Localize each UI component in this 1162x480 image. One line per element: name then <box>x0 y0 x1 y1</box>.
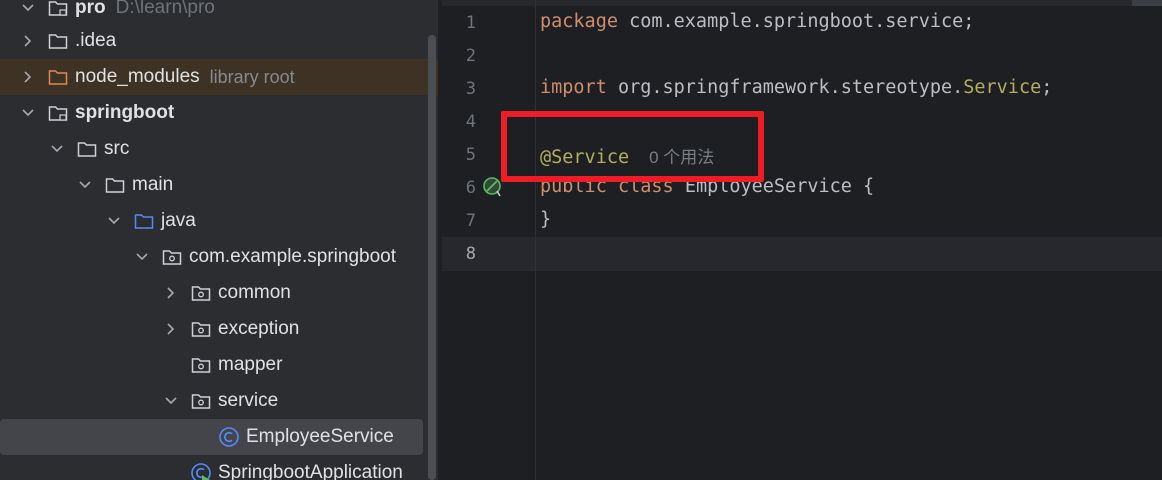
module-folder-icon <box>47 0 69 18</box>
tree-item-idea[interactable]: .idea <box>0 23 438 59</box>
tree-item-common[interactable]: common <box>0 275 438 311</box>
tree-item-label: springboot <box>75 102 175 123</box>
project-tool-window: pro D:\learn\pro .idea node_modules libr… <box>0 0 438 480</box>
code-line-3[interactable]: import org.springframework.stereotype.Se… <box>540 77 1052 98</box>
folder-icon <box>47 31 69 51</box>
chevron-placeholder <box>164 463 178 480</box>
import-path: org.springframework.stereotype. <box>606 77 964 98</box>
package-icon <box>190 355 212 375</box>
code-line-1[interactable]: package com.example.springboot.service; <box>540 11 974 32</box>
chevron-right-icon[interactable] <box>164 319 178 339</box>
tree-item-java[interactable]: java <box>0 203 438 239</box>
line-number: 7 <box>465 211 476 231</box>
tree-item-label: .idea <box>75 30 117 51</box>
keyword-import: import <box>540 77 607 98</box>
source-root-folder-icon <box>133 211 155 231</box>
semicolon: ; <box>1041 77 1053 98</box>
chevron-right-icon[interactable] <box>21 31 35 51</box>
tree-item-mapper[interactable]: mapper <box>0 347 438 383</box>
editor-corner-block <box>1132 0 1162 6</box>
chevron-down-icon[interactable] <box>21 0 35 18</box>
line-number: 2 <box>465 46 476 66</box>
tree-item-exception[interactable]: exception <box>0 311 438 347</box>
tree-item-label: exception <box>218 318 300 339</box>
chevron-down-icon[interactable] <box>21 103 35 123</box>
line-number: 1 <box>465 13 476 33</box>
folder-icon <box>104 175 126 195</box>
class-icon <box>218 427 240 447</box>
tree-item-springboot[interactable]: springboot <box>0 95 438 131</box>
tree-scrollbar[interactable] <box>428 35 436 480</box>
keyword-package: package <box>540 11 618 32</box>
tree-item-src[interactable]: src <box>0 131 438 167</box>
tree-item-label: service <box>218 390 279 411</box>
red-highlight-box <box>501 111 764 182</box>
package-icon <box>190 283 212 303</box>
code-editor[interactable]: 1 2 3 4 5 6 7 8 package com.example.spri… <box>442 0 1162 480</box>
tree-item-employee-service[interactable]: EmployeeService <box>0 419 423 455</box>
tree-item-label: src <box>104 138 130 159</box>
open-brace: { <box>863 176 875 197</box>
tree-item-label: common <box>218 282 291 303</box>
tree-item-label: java <box>161 210 196 231</box>
package-icon <box>190 391 212 411</box>
excluded-folder-icon <box>47 67 69 87</box>
tree-item-main[interactable]: main <box>0 167 438 203</box>
chevron-placeholder <box>192 427 206 447</box>
line-number: 3 <box>465 79 476 99</box>
library-root-hint: library root <box>209 66 295 87</box>
chevron-right-icon[interactable] <box>164 283 178 303</box>
import-class: Service <box>963 77 1042 98</box>
tree-item-springboot-application[interactable]: SpringbootApplication <box>0 455 438 480</box>
package-name: com.example.springboot.service; <box>617 11 975 32</box>
tree-item-label: EmployeeService <box>246 426 394 447</box>
spring-boot-class-icon <box>190 463 212 480</box>
tree-item-label: com.example.springboot <box>189 246 396 267</box>
line-number: 4 <box>465 112 476 132</box>
code-line-7[interactable]: } <box>540 209 551 230</box>
line-number: 6 <box>465 178 476 198</box>
chevron-right-icon[interactable] <box>21 67 35 87</box>
close-brace: } <box>540 209 552 230</box>
package-icon <box>161 247 183 267</box>
current-line-highlight <box>442 237 1162 271</box>
folder-icon <box>76 139 98 159</box>
package-icon <box>190 319 212 339</box>
tree-item-label: pro <box>75 0 106 18</box>
line-number: 5 <box>465 145 476 165</box>
tree-item-node-modules[interactable]: node_modules library root <box>0 59 438 95</box>
chevron-placeholder <box>164 355 178 375</box>
chevron-down-icon[interactable] <box>50 139 64 159</box>
tree-item-label: main <box>132 174 174 195</box>
module-folder-icon <box>47 103 69 123</box>
chevron-down-icon[interactable] <box>135 247 149 267</box>
tree-item-service[interactable]: service <box>0 383 438 419</box>
editor-top-strip <box>442 0 1162 6</box>
tree-item-label: node_modules <box>75 66 200 87</box>
chevron-down-icon[interactable] <box>107 211 121 231</box>
tree-item-label: mapper <box>218 354 283 375</box>
tree-item-label: SpringbootApplication <box>218 462 403 480</box>
chevron-down-icon[interactable] <box>164 391 178 411</box>
project-path: D:\learn\pro <box>115 0 215 18</box>
gutter-divider <box>535 0 536 480</box>
line-number-current: 8 <box>465 244 476 264</box>
chevron-down-icon[interactable] <box>78 175 92 195</box>
tree-item-com-example-springboot[interactable]: com.example.springboot <box>0 239 438 275</box>
